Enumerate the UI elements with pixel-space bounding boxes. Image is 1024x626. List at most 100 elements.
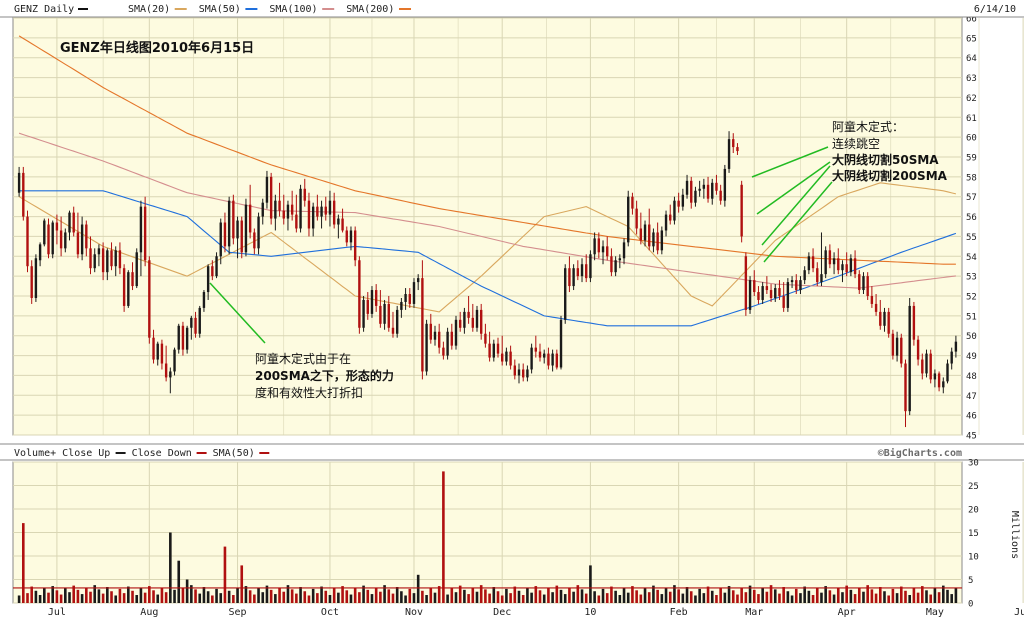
price-y-tick-label: 55: [966, 233, 977, 243]
volume-bar: [878, 587, 882, 603]
price-y-axis: 45 46 47 48 49 50 51 52 53 54 55 56 57 58 59 60 61 62 63 64…: [966, 15, 977, 442]
volume-bar: [614, 590, 617, 603]
volume-bar: [841, 592, 844, 603]
candle: [244, 198, 248, 257]
volume-bar: [828, 590, 832, 603]
volume-bar: [719, 588, 722, 603]
volume-bar: [38, 595, 42, 603]
volume-bar: [26, 593, 29, 603]
legend-swatch: [322, 8, 335, 10]
volume-legend-label: Close Down: [132, 448, 192, 459]
volume-bar: [139, 588, 143, 603]
legend-label: SMA(20): [128, 4, 170, 15]
candle: [227, 196, 231, 255]
volume-bar: [160, 587, 164, 603]
price-y-tick-label: 58: [966, 173, 977, 183]
volume-bar: [929, 594, 932, 603]
volume-bar: [946, 589, 949, 603]
volume-bar: [391, 593, 395, 603]
volume-bar: [475, 591, 479, 603]
candle: [866, 272, 869, 300]
candle: [358, 256, 361, 334]
candle: [660, 226, 664, 255]
candle: [232, 194, 235, 245]
volume-legend-label: SMA(50): [213, 448, 255, 459]
volume-bar: [299, 587, 302, 603]
volume-legend-swatch: [115, 452, 126, 454]
volume-bar: [891, 588, 895, 603]
volume-bar: [908, 595, 911, 603]
volume-bar: [731, 590, 735, 603]
candle: [395, 305, 399, 338]
volume-bar: [727, 586, 731, 603]
price-y-tick-label: 62: [966, 94, 977, 104]
candle: [891, 329, 895, 360]
candle: [908, 297, 911, 416]
volume-bar: [950, 594, 953, 603]
volume-bar: [316, 593, 319, 603]
candle: [51, 220, 54, 259]
volume-bar: [610, 586, 613, 603]
volume-bar: [404, 595, 407, 603]
volume-bar: [677, 589, 680, 603]
volume-bar: [425, 595, 428, 603]
candle: [421, 260, 424, 380]
price-y-tick-label: 45: [966, 432, 977, 442]
volume-y-axis: 0 5 10 15 20 25 30: [968, 459, 979, 610]
volume-bar: [824, 586, 827, 603]
volume-bar: [202, 587, 206, 603]
volume-bar: [206, 591, 210, 603]
volume-bar: [148, 586, 151, 603]
price-y-tick-label: 59: [966, 154, 977, 164]
x-tick-label: Apr: [838, 607, 856, 618]
volume-bar: [862, 591, 865, 603]
volume-bar: [740, 587, 743, 603]
volume-bar: [933, 587, 937, 603]
volume-bar: [307, 595, 311, 603]
volume-bar: [685, 587, 689, 603]
price-y-tick-label: 65: [966, 34, 977, 44]
volume-bar: [857, 587, 861, 603]
volume-bar: [324, 590, 328, 603]
candle: [744, 252, 748, 316]
volume-bar: [500, 595, 504, 603]
volume-bar: [311, 588, 315, 603]
candle: [887, 307, 890, 338]
volume-bar: [290, 589, 294, 603]
volume-bar: [631, 586, 634, 603]
volume-bar: [408, 588, 412, 603]
volume-bar: [597, 595, 601, 603]
volume-bar: [68, 592, 71, 603]
volume-bar: [253, 594, 256, 603]
candle: [740, 180, 743, 243]
volume-bar: [341, 586, 344, 603]
volume-bar: [437, 586, 441, 603]
volume-bar: [387, 589, 391, 603]
volume-bar: [223, 546, 227, 603]
volume-bar: [64, 587, 67, 603]
volume-y-tick-label: 5: [968, 576, 973, 586]
volume-bar: [517, 590, 521, 603]
price-y-tick-label: 56: [966, 213, 977, 223]
volume-bar: [156, 594, 160, 603]
volume-bar: [353, 587, 357, 603]
volume-bar: [916, 592, 920, 603]
volume-bar: [723, 592, 727, 603]
volume-bar: [43, 588, 46, 603]
volume-bar: [752, 589, 756, 603]
volume-bar: [702, 593, 706, 603]
legend-label: SMA(200): [346, 4, 394, 15]
volume-bar: [664, 587, 668, 603]
volume-bar: [85, 587, 88, 603]
price-y-tick-label: 53: [966, 273, 977, 283]
volume-bar: [118, 588, 122, 603]
volume-bar: [492, 587, 496, 603]
volume-bar: [194, 589, 197, 603]
x-tick-label: Dec: [493, 607, 511, 618]
volume-bar: [895, 593, 899, 603]
volume-bar: [30, 586, 34, 603]
candle: [47, 218, 50, 259]
x-tick-label: 10: [584, 607, 596, 618]
volume-bar: [668, 591, 672, 603]
x-tick-label: Aug: [140, 607, 158, 618]
